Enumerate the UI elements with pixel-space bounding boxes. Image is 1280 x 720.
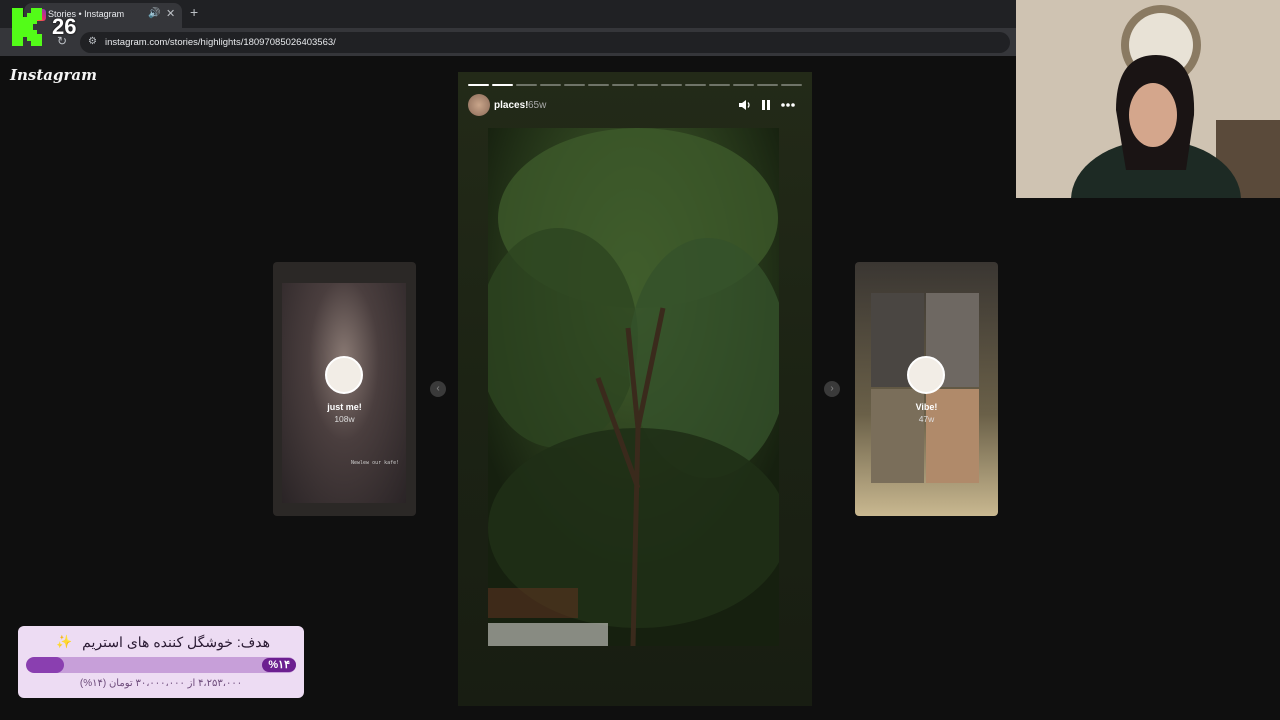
- next-story-avatar: [907, 356, 945, 394]
- goal-percent-badge: %۱۴: [262, 658, 296, 672]
- goal-title: هدف: خوشگل کننده های استریم: [82, 634, 270, 650]
- sparkle-icon: ✨: [56, 634, 73, 649]
- story-progress-segment: [660, 84, 682, 86]
- previous-arrow-icon[interactable]: ‹: [430, 381, 446, 397]
- url-input[interactable]: ⚙ instagram.com/stories/highlights/18097…: [80, 32, 1010, 53]
- overlay-badge-number: 26: [52, 14, 77, 39]
- story-progress-bar: [468, 84, 803, 86]
- goal-progress-fill: [26, 657, 64, 673]
- webcam-feed: [1016, 0, 1280, 198]
- story-progress-segment: [756, 84, 779, 86]
- story-progress-segment: [540, 84, 562, 86]
- volume-icon[interactable]: [738, 98, 752, 112]
- previous-story-avatar: [325, 356, 363, 394]
- donation-goal-widget: ✨ هدف: خوشگل کننده های استریم %۱۴ ۴،۲۵۳،…: [18, 626, 304, 698]
- story-progress-segment: [612, 84, 634, 86]
- kick-logo-icon: [12, 8, 42, 46]
- speaker-icon[interactable]: 🔊: [148, 8, 160, 19]
- story-username[interactable]: places!: [494, 100, 528, 111]
- story-progress-segment: [564, 84, 586, 86]
- story-image[interactable]: [488, 128, 779, 646]
- story-progress-segment: [516, 84, 538, 86]
- story-progress-segment: [708, 84, 730, 86]
- address-bar-row: ↻ ⚙ instagram.com/stories/highlights/180…: [0, 28, 1016, 56]
- story-progress-segment: [636, 84, 658, 86]
- story-progress-segment: [468, 84, 490, 86]
- story-progress-segment: [732, 84, 754, 86]
- site-info-icon[interactable]: ⚙: [88, 36, 97, 47]
- goal-subtitle: ۴،۲۵۳،۰۰۰ از ۳۰،۰۰۰،۰۰۰ تومان (۱۴%): [79, 678, 243, 689]
- previous-story-time: 108w: [334, 414, 355, 424]
- pause-icon[interactable]: [760, 99, 772, 111]
- story-progress-segment: [684, 84, 706, 86]
- browser-tab-bar: Stories • Instagram 🔊 ✕ +: [0, 0, 1016, 28]
- previous-story-card[interactable]: just me! 108w Newlew our kafe!: [273, 262, 416, 516]
- new-tab-button[interactable]: +: [190, 4, 198, 20]
- close-tab-icon[interactable]: ✕: [166, 7, 175, 20]
- next-story-card[interactable]: Vibe! 47w: [855, 262, 998, 516]
- story-timestamp: 65w: [528, 100, 547, 111]
- instagram-logo[interactable]: Instagram: [10, 66, 97, 84]
- story-progress-segment: [588, 84, 610, 86]
- previous-story-caption: Newlew our kafe!: [351, 460, 400, 466]
- next-arrow-icon[interactable]: ›: [824, 381, 840, 397]
- next-story-time: 47w: [918, 414, 935, 424]
- goal-progress-bar: [26, 657, 296, 673]
- story-progress-segment: [781, 84, 803, 86]
- next-story-title: Vibe!: [915, 402, 938, 412]
- story-progress-segment: [492, 84, 514, 86]
- more-options-icon[interactable]: [780, 98, 796, 112]
- previous-story-title: just me!: [327, 402, 362, 412]
- story-user-avatar[interactable]: [468, 94, 490, 116]
- story-viewer[interactable]: places! 65w: [458, 72, 812, 706]
- url-text: instagram.com/stories/highlights/1809708…: [105, 37, 336, 48]
